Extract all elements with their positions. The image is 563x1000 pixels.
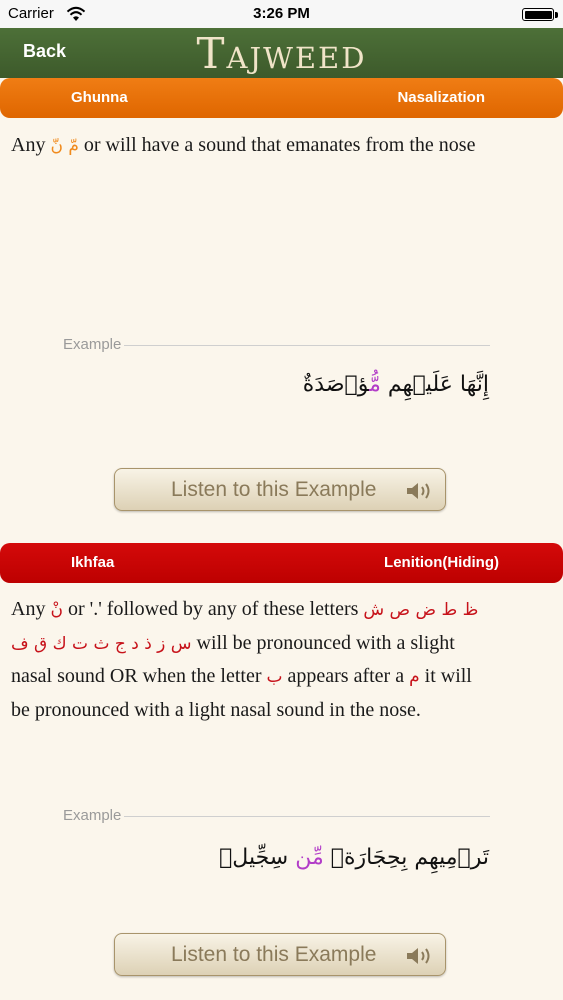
section-header-ikhfaa: Ikhfaa Lenition(Hiding) (0, 543, 563, 583)
app-title: Tajweed (196, 29, 367, 78)
arabic-letter-ba: ب (266, 667, 283, 687)
speaker-icon (407, 483, 430, 499)
arabic-example: إِنَّهَا عَلَيۡهِم مُّؤۡصَدَةٌ (302, 372, 489, 397)
battery-icon (522, 8, 554, 21)
section-translation: Lenition(Hiding) (384, 554, 499, 571)
divider (124, 816, 490, 817)
arabic-example: تَرۡمِيهِم بِحِجَارَةٖ مِّن سِجِّيلٖ (219, 845, 489, 870)
listen-label: Listen to this Example (171, 943, 377, 966)
section-header-ghunna: Ghunna Nasalization (0, 78, 563, 118)
status-bar: Carrier 3:26 PM (0, 0, 563, 28)
example-label: Example (63, 336, 122, 353)
section-name: Ikhfaa (71, 554, 115, 571)
section-name: Ghunna (71, 89, 128, 106)
section-translation: Nasalization (397, 89, 485, 106)
arabic-letters: مّ نّ (50, 136, 79, 156)
section-description: Any مّ نّ or will have a sound that eman… (11, 134, 476, 156)
divider (124, 345, 490, 346)
listen-label: Listen to this Example (171, 478, 377, 501)
listen-example-button[interactable]: Listen to this Example (114, 933, 446, 976)
arabic-letter-mim: م (409, 667, 420, 687)
speaker-icon (407, 948, 430, 964)
arabic-letter-nun: نْ (50, 600, 63, 620)
example-label: Example (63, 807, 122, 824)
section-description: Any نْ or '.' followed by any of these l… (11, 598, 479, 721)
listen-example-button[interactable]: Listen to this Example (114, 468, 446, 511)
status-time: 3:26 PM (253, 5, 310, 22)
nav-bar: Back Tajweed (0, 28, 563, 78)
